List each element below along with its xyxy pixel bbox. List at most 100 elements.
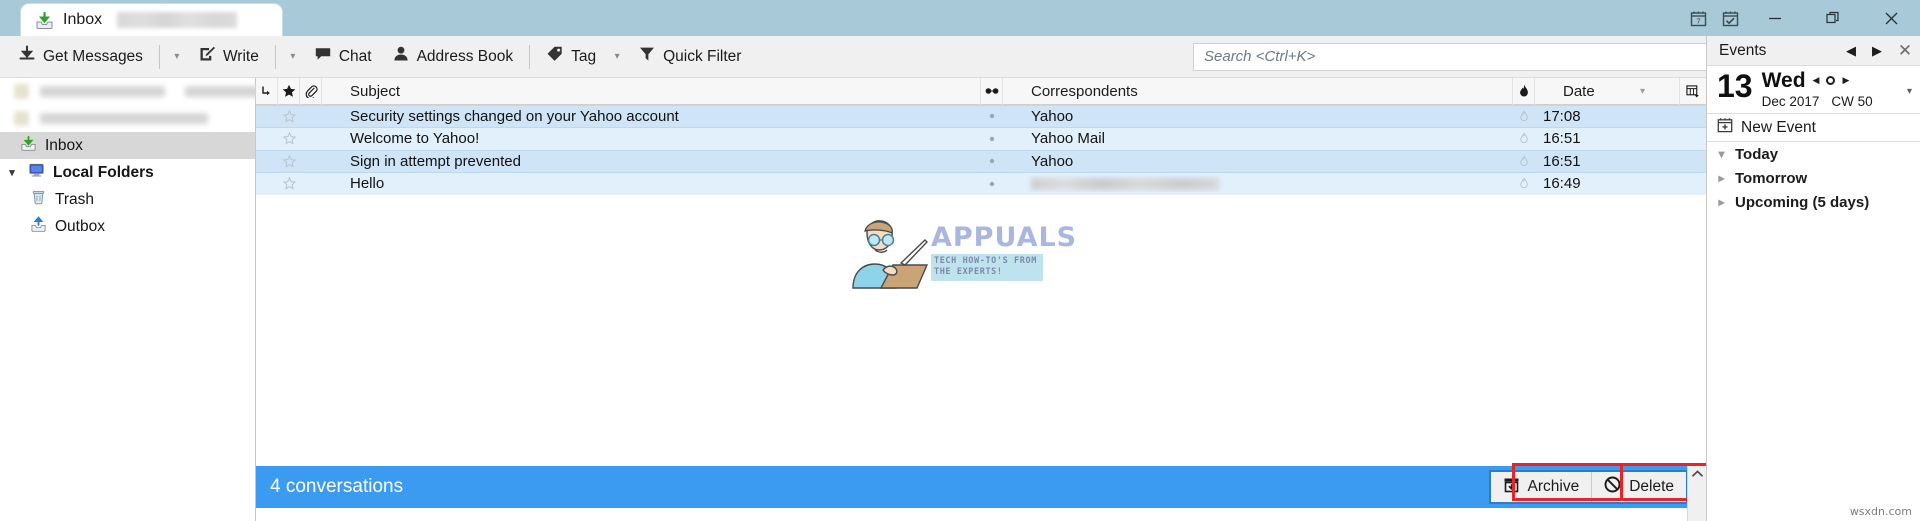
table-row[interactable]: Sign in attempt prevented Yahoo 16:51 <box>256 150 1706 173</box>
message-list-pane: Subject Correspondents Date ▾ Security s… <box>256 77 1706 521</box>
table-row[interactable]: Security settings changed on your Yahoo … <box>256 105 1706 128</box>
write-button[interactable]: Write <box>188 40 269 74</box>
events-close-button[interactable]: ✕ <box>1890 41 1920 61</box>
sidebar-item-local-folders[interactable]: ▾ Local Folders <box>0 159 255 186</box>
archive-button[interactable]: Archive <box>1490 472 1592 502</box>
trash-icon <box>30 189 47 211</box>
row-read-toggle[interactable] <box>981 181 1003 187</box>
row-date: 16:51 <box>1543 130 1581 148</box>
chevron-right-icon[interactable]: ▸ <box>1715 171 1728 185</box>
delete-button[interactable]: Delete <box>1592 472 1686 502</box>
bottom-filler <box>256 508 1687 521</box>
sidebar-item-trash[interactable]: Trash <box>0 186 255 213</box>
chat-button[interactable]: Chat <box>304 40 382 74</box>
sidebar-item-inbox[interactable]: Inbox <box>0 132 255 159</box>
chevron-down-icon[interactable]: ▾ <box>4 166 20 179</box>
column-header-attachment[interactable] <box>300 77 322 105</box>
events-prev-button[interactable]: ◀ <box>1838 43 1864 59</box>
close-button[interactable] <box>1862 0 1920 36</box>
row-correspondent: Yahoo <box>1031 152 1074 170</box>
events-header: Events ◀ ▶ ✕ <box>1707 36 1920 66</box>
tab-inbox[interactable]: Inbox <box>20 3 283 36</box>
row-read-toggle[interactable] <box>981 158 1003 164</box>
column-header-star[interactable] <box>278 77 300 105</box>
sort-caret-icon[interactable]: ▾ <box>1640 86 1645 97</box>
events-group-tomorrow[interactable]: ▸ Tomorrow <box>1707 166 1920 190</box>
row-star-toggle[interactable] <box>278 109 300 123</box>
calendar-icon[interactable]: 7 <box>1682 0 1714 36</box>
row-star-toggle[interactable] <box>278 154 300 168</box>
row-junk-toggle[interactable] <box>1513 132 1535 145</box>
write-pencil-icon <box>198 45 216 68</box>
tab-label: Inbox <box>63 11 103 28</box>
events-month-week: Dec 2017 CW 50 <box>1762 94 1873 109</box>
sidebar-item-label: Outbox <box>55 217 105 235</box>
window-controls: 7 <box>1682 0 1920 36</box>
events-group-label: Today <box>1735 145 1779 163</box>
chevron-up-icon <box>1691 470 1703 477</box>
account-row-redacted[interactable] <box>0 78 295 105</box>
address-book-button[interactable]: Address Book <box>382 40 524 74</box>
get-messages-dropdown[interactable]: ▾ <box>166 40 188 74</box>
row-subject: Welcome to Yahoo! <box>350 130 480 148</box>
column-header-subject[interactable]: Subject <box>322 77 981 105</box>
column-picker-icon[interactable] <box>1680 78 1706 105</box>
chevron-down-icon[interactable]: ▾ <box>1715 147 1728 161</box>
events-day-of-week: Wed <box>1761 69 1806 92</box>
column-header-row: Subject Correspondents Date ▾ <box>256 77 1706 105</box>
row-junk-toggle[interactable] <box>1513 110 1535 123</box>
column-header-date-label: Date <box>1563 82 1595 100</box>
maximize-button[interactable] <box>1804 0 1862 36</box>
row-read-toggle[interactable] <box>981 113 1003 119</box>
row-junk-toggle[interactable] <box>1513 177 1535 190</box>
column-header-correspondents-label: Correspondents <box>1031 82 1138 100</box>
column-header-read[interactable] <box>981 77 1003 105</box>
events-group-upcoming[interactable]: ▸ Upcoming (5 days) <box>1707 190 1920 214</box>
row-star-toggle[interactable] <box>278 177 300 190</box>
filter-funnel-icon <box>638 45 656 68</box>
row-star-toggle[interactable] <box>278 132 300 145</box>
tag-button[interactable]: Tag <box>536 40 606 74</box>
events-group-label: Upcoming (5 days) <box>1735 193 1870 211</box>
minimize-button[interactable] <box>1746 0 1804 36</box>
events-day-next-icon[interactable]: ▶ <box>1842 75 1849 86</box>
row-date: 16:51 <box>1543 152 1581 170</box>
inbox-download-icon <box>35 11 54 30</box>
new-event-button[interactable]: New Event <box>1707 114 1920 142</box>
column-header-subject-label: Subject <box>350 82 401 100</box>
chat-bubble-icon <box>314 45 332 68</box>
message-action-buttons: Archive Delete <box>1488 470 1688 504</box>
column-header-date[interactable]: Date ▾ <box>1535 77 1680 105</box>
get-messages-button[interactable]: Get Messages <box>8 40 153 74</box>
account-row-redacted[interactable] <box>0 105 255 132</box>
row-read-toggle[interactable] <box>981 136 1003 142</box>
events-day-prev-icon[interactable]: ◀ <box>1813 75 1820 86</box>
row-junk-toggle[interactable] <box>1513 155 1535 168</box>
selection-status-bar: 4 conversations Archive Delete <box>256 466 1706 508</box>
row-date: 16:49 <box>1543 175 1581 193</box>
write-dropdown[interactable]: ▾ <box>282 40 304 74</box>
sidebar-item-outbox[interactable]: Outbox <box>0 213 255 240</box>
conversation-count: 4 conversations <box>270 476 404 497</box>
toolbar-divider <box>529 44 531 69</box>
tag-dropdown[interactable]: ▾ <box>606 40 628 74</box>
events-date-dropdown[interactable]: ▾ <box>1907 86 1912 97</box>
events-day-number: 13 <box>1717 68 1753 104</box>
column-header-junk[interactable] <box>1513 77 1535 105</box>
events-next-button[interactable]: ▶ <box>1864 43 1890 59</box>
column-header-correspondents[interactable]: Correspondents <box>1003 77 1513 105</box>
events-group-today[interactable]: ▾ Today <box>1707 142 1920 166</box>
title-bar: Inbox 7 <box>0 0 1920 36</box>
events-pane: Events ◀ ▶ ✕ 13 Wed ◀ ▶ Dec 2017 CW 50 ▾ <box>1706 36 1920 521</box>
events-today-circle-icon[interactable] <box>1826 76 1836 85</box>
table-row[interactable]: Welcome to Yahoo! Yahoo Mail 16:51 <box>256 127 1706 150</box>
tasks-icon[interactable] <box>1714 0 1746 36</box>
list-scrollbar[interactable] <box>1687 466 1706 521</box>
row-subject: Hello <box>350 175 385 193</box>
events-date-header: 13 Wed ◀ ▶ Dec 2017 CW 50 ▾ <box>1707 66 1920 114</box>
chevron-right-icon[interactable]: ▸ <box>1715 195 1728 209</box>
table-row[interactable]: Hello 16:49 <box>256 172 1706 195</box>
column-header-thread[interactable] <box>256 77 278 105</box>
quick-filter-button[interactable]: Quick Filter <box>628 40 751 74</box>
events-date-detail: Wed ◀ ▶ Dec 2017 CW 50 <box>1762 70 1873 109</box>
